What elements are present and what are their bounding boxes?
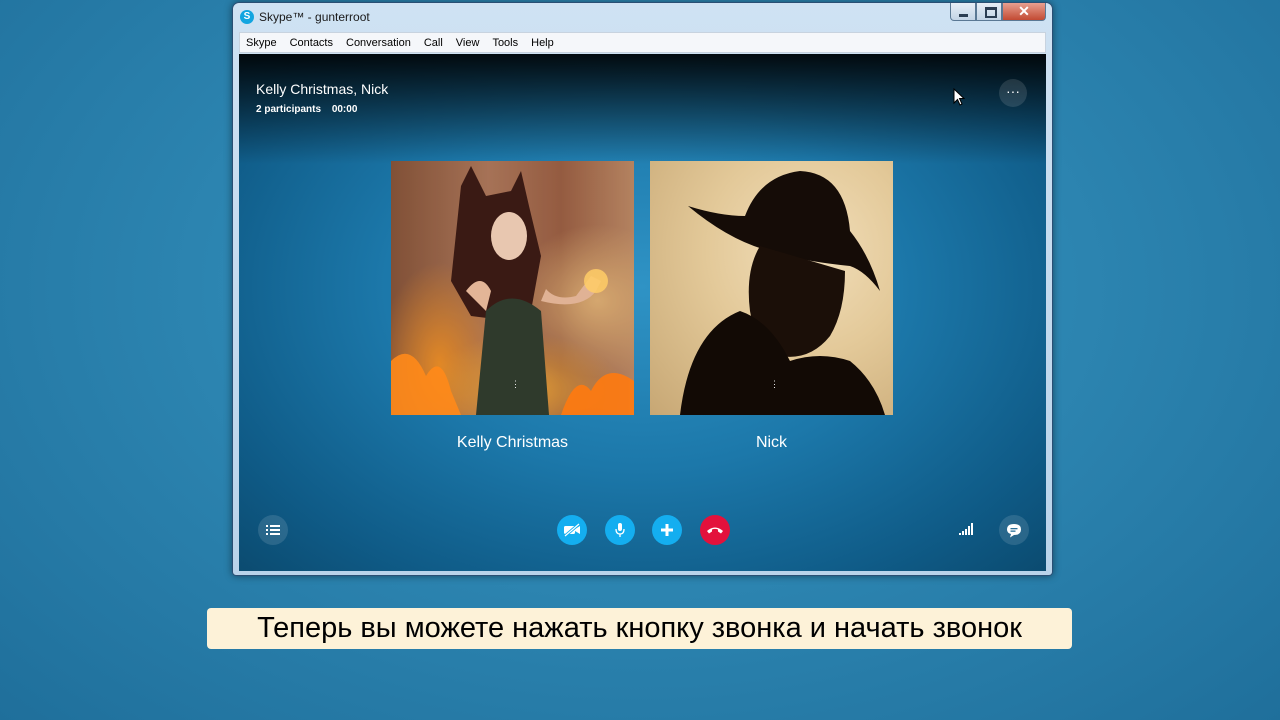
microphone-button[interactable] xyxy=(605,515,635,545)
window-title: Skype™ - gunterroot xyxy=(259,10,370,24)
call-duration: 00:00 xyxy=(331,104,358,115)
conversation-title: Kelly Christmas, Nick xyxy=(256,81,389,97)
menu-view[interactable]: View xyxy=(456,37,480,49)
video-off-icon xyxy=(564,523,580,537)
more-options-button[interactable]: ··· xyxy=(999,79,1027,107)
avatar-kelly-christmas: ⋮ xyxy=(391,161,634,415)
plus-icon xyxy=(661,524,673,536)
chat-bubble-icon xyxy=(1007,523,1021,537)
skype-window: S Skype™ - gunterroot ✕ Skype Contacts C… xyxy=(232,2,1053,576)
more-icon: ··· xyxy=(1006,83,1020,99)
menu-conversation[interactable]: Conversation xyxy=(346,37,411,49)
signal-bars-icon xyxy=(959,523,973,535)
avatar-nick-art xyxy=(680,171,885,415)
window-controls: ✕ xyxy=(950,3,1046,21)
skype-icon: S xyxy=(240,10,254,24)
menu-call[interactable]: Call xyxy=(424,37,443,49)
menu-bar: Skype Contacts Conversation Call View To… xyxy=(239,32,1046,53)
participant-tile-kelly[interactable]: ⋮ Kelly Christmas xyxy=(391,161,634,452)
minimize-button[interactable] xyxy=(950,3,976,21)
close-icon: ✕ xyxy=(1018,3,1030,19)
participant-menu-dots[interactable]: ⋮ xyxy=(511,380,520,389)
participants-count: 2 participants xyxy=(256,104,322,115)
menu-skype[interactable]: Skype xyxy=(246,37,277,49)
participant-name: Kelly Christmas xyxy=(456,434,569,451)
close-button[interactable]: ✕ xyxy=(1002,3,1046,21)
show-chat-button[interactable] xyxy=(999,515,1029,545)
hang-up-icon xyxy=(707,527,723,534)
title-bar[interactable]: S Skype™ - gunterroot ✕ xyxy=(233,3,1052,31)
maximize-icon xyxy=(985,7,997,18)
maximize-button[interactable] xyxy=(976,3,1002,21)
video-toggle-button[interactable] xyxy=(557,515,587,545)
menu-contacts[interactable]: Contacts xyxy=(290,37,333,49)
microphone-icon xyxy=(615,523,625,537)
menu-tools[interactable]: Tools xyxy=(492,37,518,49)
list-icon xyxy=(266,525,280,535)
end-call-button[interactable] xyxy=(700,515,730,545)
call-status: 2 participants 00:00 xyxy=(256,104,365,115)
participant-menu-dots[interactable]: ⋮ xyxy=(770,380,779,389)
avatar-nick: ⋮ xyxy=(650,161,893,415)
participant-name: Nick xyxy=(755,434,788,451)
call-area: Kelly Christmas, Nick 2 participants 00:… xyxy=(239,54,1046,571)
mouse-cursor-icon xyxy=(953,88,965,106)
minimize-icon xyxy=(959,14,968,17)
participant-tile-nick[interactable]: ⋮ Nick xyxy=(650,161,893,452)
subtitle-caption: Теперь вы можете нажать кнопку звонка и … xyxy=(207,608,1072,649)
add-participant-button[interactable] xyxy=(652,515,682,545)
show-contacts-button[interactable] xyxy=(258,515,288,545)
menu-help[interactable]: Help xyxy=(531,37,554,49)
avatar-kelly-art xyxy=(391,161,634,415)
call-quality-indicator[interactable] xyxy=(958,522,974,540)
